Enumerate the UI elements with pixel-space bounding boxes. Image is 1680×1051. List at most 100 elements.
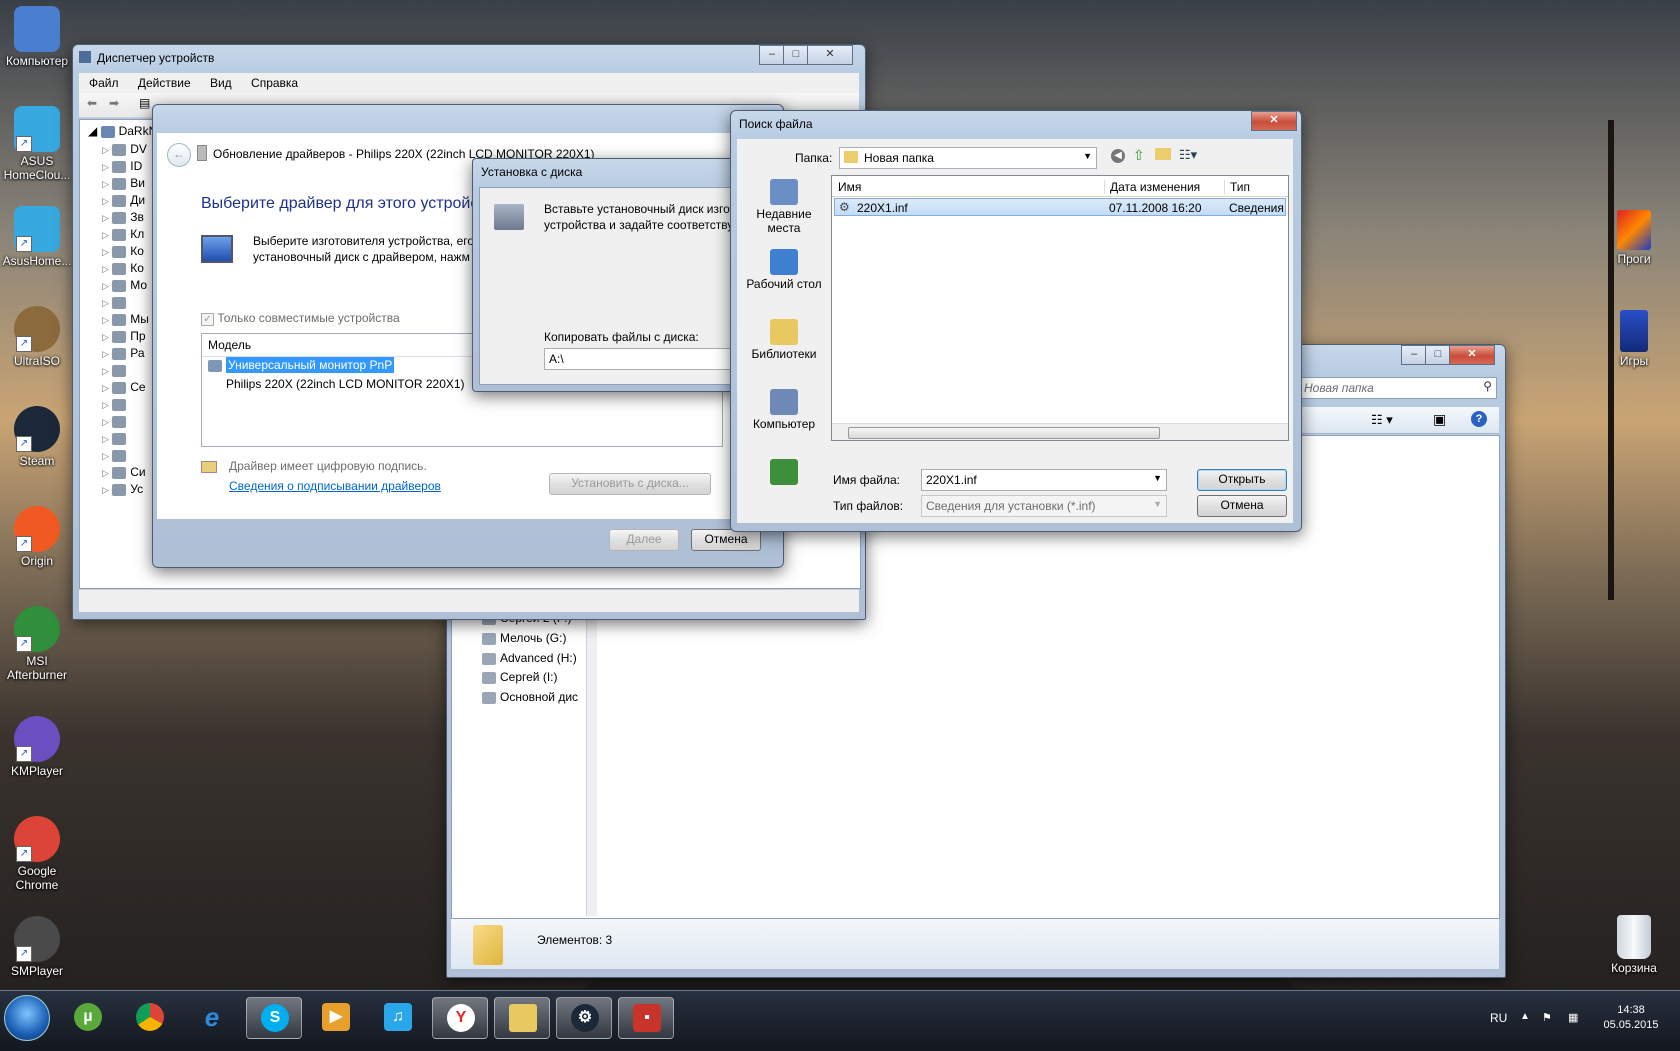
taskbar-itunes[interactable]: ♫ (370, 997, 424, 1037)
tree-item[interactable]: ▷ (102, 448, 130, 464)
desktop-icon-chrome[interactable]: ↗ Google Chrome (0, 816, 77, 892)
taskbar-device-manager[interactable]: ▪ (618, 997, 674, 1039)
tree-item[interactable]: ▷ (102, 295, 130, 311)
nav-item[interactable]: Сергей (I:) (482, 670, 582, 684)
place-network[interactable] (741, 459, 827, 487)
column-type[interactable]: Тип (1224, 180, 1250, 194)
tree-item[interactable]: ▷ Ко (102, 244, 144, 260)
taskbar-steam[interactable]: ⚙ (556, 997, 612, 1039)
minimize-button[interactable]: – (1401, 345, 1427, 365)
tree-item[interactable]: ▷ Пр (102, 329, 146, 345)
tree-item[interactable]: ▷ ID (102, 159, 142, 175)
column-date[interactable]: Дата изменения (1104, 180, 1200, 194)
tree-item[interactable]: ▷ (102, 397, 130, 413)
preview-pane-icon[interactable]: ▣ (1433, 411, 1446, 428)
file-search-dialog[interactable]: Поиск файла ✕ Папка: Новая папка ▼ ◀ ⇧ ☷… (730, 110, 1302, 532)
folder-dropdown[interactable]: Новая папка ▼ (839, 147, 1097, 169)
tree-item[interactable]: ▷ Се (102, 380, 146, 396)
network-icon[interactable]: ▦ (1568, 1011, 1578, 1024)
language-indicator[interactable]: RU (1490, 1011, 1507, 1025)
nav-item[interactable]: Мелочь (G:) (482, 631, 582, 645)
menu-view[interactable]: Вид (210, 76, 232, 90)
model-item-selected[interactable]: Универсальный монитор PnP (208, 357, 395, 373)
action-center-icon[interactable]: ⚑ (1542, 1011, 1552, 1024)
taskbar-chrome[interactable] (122, 997, 176, 1037)
nav-scrollbar[interactable] (586, 586, 597, 916)
start-button[interactable] (4, 995, 50, 1041)
minimize-button[interactable]: – (759, 45, 785, 65)
properties-icon[interactable]: ▤ (139, 96, 150, 110)
desktop-icon-smplayer[interactable]: ↗ SMPlayer (0, 916, 77, 978)
compatible-checkbox[interactable]: ✓ Только совместимые устройства (201, 311, 400, 326)
menu-action[interactable]: Действие (138, 76, 191, 90)
desktop-icon-afterburner[interactable]: ↗ MSI Afterburner (0, 606, 77, 682)
taskbar-utorrent[interactable]: µ (60, 997, 114, 1037)
desktop-icon-disc[interactable]: ↗ UltraISO (0, 306, 77, 368)
desktop-icon-progi[interactable]: Проги (1594, 210, 1674, 266)
have-disk-button[interactable]: Установить с диска... (549, 473, 711, 495)
desktop-icon-recycle-bin[interactable]: Корзина (1594, 915, 1674, 975)
filename-input[interactable]: 220X1.inf ▼ (921, 469, 1167, 491)
forward-icon[interactable]: ➡ (109, 96, 119, 110)
close-button[interactable]: ✕ (807, 45, 853, 65)
horizontal-scrollbar[interactable] (832, 423, 1288, 440)
tree-item[interactable]: ▷ (102, 431, 130, 447)
tree-item[interactable]: ▷ Си (102, 465, 146, 481)
file-row-selected[interactable]: ⚙ 220X1.inf 07.11.2008 16:20 Сведения (834, 198, 1286, 216)
maximize-button[interactable]: □ (1425, 345, 1451, 365)
taskbar-ie[interactable]: e (184, 997, 238, 1037)
taskbar-media[interactable]: ▶ (308, 997, 362, 1037)
back-icon[interactable]: ⬅ (87, 96, 97, 110)
tree-root[interactable]: ◢ DaRkN (88, 124, 157, 140)
cancel-button[interactable]: Отмена (691, 529, 761, 551)
nav-item[interactable]: Основной дис (482, 690, 582, 704)
desktop-icon-computer[interactable]: Компьютер (0, 6, 77, 68)
taskbar-skype[interactable]: S (246, 997, 302, 1039)
tree-item[interactable]: ▷ Мо (102, 278, 147, 294)
close-button[interactable]: ✕ (1449, 345, 1495, 365)
signing-info-link[interactable]: Сведения о подписывании драйверов (229, 479, 441, 493)
taskbar-yandex[interactable]: Y (432, 997, 488, 1039)
desktop-icon-origin[interactable]: ↗ Origin (0, 506, 77, 568)
close-button[interactable]: ✕ (1251, 111, 1297, 131)
place-desktop[interactable]: Рабочий стол (741, 249, 827, 291)
place-computer[interactable]: Компьютер (741, 389, 827, 431)
tree-item[interactable]: ▷ Ди (102, 193, 145, 209)
filetype-select[interactable]: Сведения для установки (*.inf) ▼ (921, 495, 1167, 517)
place-libraries[interactable]: Библиотеки (741, 319, 827, 361)
menu-file[interactable]: Файл (89, 76, 119, 90)
view-menu-icon[interactable]: ☷▾ (1179, 147, 1197, 163)
view-icon[interactable]: ☷ ▾ (1371, 412, 1393, 428)
menu-help[interactable]: Справка (251, 76, 298, 90)
desktop-icon-kmplayer[interactable]: ↗ KMPlayer (0, 716, 77, 778)
nav-item[interactable]: Advanced (H:) (482, 651, 582, 665)
tree-item[interactable]: ▷ Ра (102, 346, 145, 362)
taskbar-explorer[interactable] (494, 997, 550, 1039)
model-item[interactable]: Philips 220X (22inch LCD MONITOR 220X1) (226, 377, 465, 391)
tree-item[interactable]: ▷ Кл (102, 227, 144, 243)
tree-item[interactable]: ▷ Ус (102, 482, 143, 498)
clock[interactable]: 14:38 05.05.2015 (1596, 1003, 1666, 1033)
disk-path-input[interactable]: A:\ (544, 348, 736, 370)
tree-item[interactable]: ▷ Мы (102, 312, 149, 328)
column-name[interactable]: Имя (838, 180, 861, 194)
back-icon[interactable]: ◀ (1111, 149, 1125, 163)
open-button[interactable]: Открыть (1197, 469, 1287, 491)
new-folder-icon[interactable] (1155, 148, 1171, 160)
place-recent-places[interactable]: Недавние места (741, 179, 827, 235)
desktop-icon-cloud[interactable]: ↗ AsusHome... (0, 206, 77, 268)
cancel-button[interactable]: Отмена (1197, 495, 1287, 517)
maximize-button[interactable]: □ (783, 45, 809, 65)
show-hidden-icons[interactable]: ▲ (1520, 1011, 1530, 1022)
tree-item[interactable]: ▷ (102, 363, 130, 379)
next-button[interactable]: Далее (609, 529, 679, 551)
tree-item[interactable]: ▷ Ко (102, 261, 144, 277)
tree-item[interactable]: ▷ DV (102, 142, 147, 158)
file-list[interactable]: Имя Дата изменения Тип ⚙ 220X1.inf 07.11… (831, 175, 1289, 441)
up-folder-icon[interactable]: ⇧ (1133, 147, 1145, 164)
search-input[interactable]: Новая папка ⚲ (1297, 377, 1497, 399)
back-button[interactable]: ← (167, 143, 191, 167)
desktop-icon-cloud[interactable]: ↗ ASUS HomeClou... (0, 106, 77, 182)
desktop-icon-steam[interactable]: ↗ Steam (0, 406, 77, 468)
tree-item[interactable]: ▷ Зв (102, 210, 144, 226)
